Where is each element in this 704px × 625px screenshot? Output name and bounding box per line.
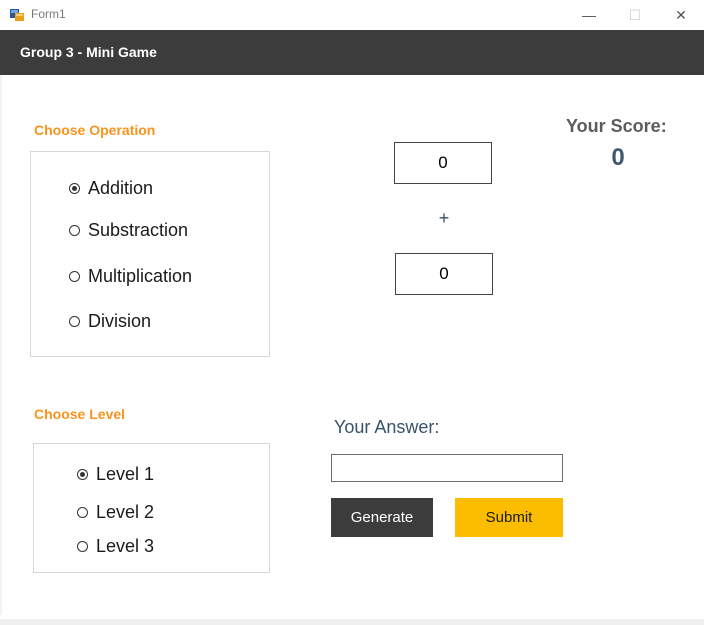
operation-group: Addition Substraction Multiplication Div… (30, 151, 270, 357)
radio-label-substraction: Substraction (88, 220, 189, 240)
window-border-left (0, 75, 2, 615)
radio-substraction[interactable]: Substraction (69, 220, 188, 241)
radio-indicator[interactable] (77, 541, 88, 552)
radio-indicator[interactable] (69, 271, 80, 282)
radio-label-multiplication: Multiplication (88, 266, 193, 286)
answer-input[interactable] (331, 454, 563, 482)
radio-label-level-2: Level 2 (96, 502, 155, 522)
generate-button[interactable]: Generate (331, 498, 433, 537)
minimize-button[interactable]: — (566, 0, 612, 30)
operator-sign: + (438, 208, 450, 228)
app-icon (10, 9, 24, 21)
radio-label-addition: Addition (88, 178, 154, 198)
radio-indicator-checked[interactable] (77, 469, 88, 480)
window-title: Form1 (31, 7, 66, 21)
score-label: Your Score: (566, 116, 667, 136)
radio-addition[interactable]: Addition (69, 178, 153, 199)
second-number-box: 0 (395, 253, 493, 295)
first-number-box: 0 (394, 142, 492, 184)
level-group: Level 1 Level 2 Level 3 (33, 443, 270, 573)
radio-division[interactable]: Division (69, 311, 151, 332)
main-window: Form1 — ☐ ✕ Group 3 - Mini Game Choose O… (0, 0, 704, 625)
radio-level-1[interactable]: Level 1 (77, 464, 154, 485)
minimize-icon: — (582, 7, 596, 23)
submit-button[interactable]: Submit (455, 498, 563, 537)
radio-multiplication[interactable]: Multiplication (69, 266, 192, 287)
banner-title: Group 3 - Mini Game (20, 44, 157, 60)
level-heading: Choose Level (34, 406, 126, 422)
radio-indicator[interactable] (69, 316, 80, 327)
radio-level-3[interactable]: Level 3 (77, 536, 154, 557)
radio-label-division: Division (88, 311, 152, 331)
maximize-icon: ☐ (628, 6, 642, 23)
close-icon: ✕ (675, 6, 687, 23)
header-banner: Group 3 - Mini Game (0, 30, 704, 75)
score-value: 0 (611, 144, 625, 171)
maximize-button[interactable]: ☐ (612, 0, 658, 30)
radio-indicator[interactable] (69, 225, 80, 236)
radio-label-level-1: Level 1 (96, 464, 155, 484)
close-button[interactable]: ✕ (658, 0, 704, 30)
radio-level-2[interactable]: Level 2 (77, 502, 154, 523)
radio-indicator-checked[interactable] (69, 183, 80, 194)
radio-indicator[interactable] (77, 507, 88, 518)
answer-label: Your Answer: (334, 417, 440, 437)
window-border-bottom (0, 619, 704, 625)
operation-heading: Choose Operation (34, 122, 156, 138)
title-bar: Form1 — ☐ ✕ (0, 0, 704, 30)
radio-label-level-3: Level 3 (96, 536, 155, 556)
